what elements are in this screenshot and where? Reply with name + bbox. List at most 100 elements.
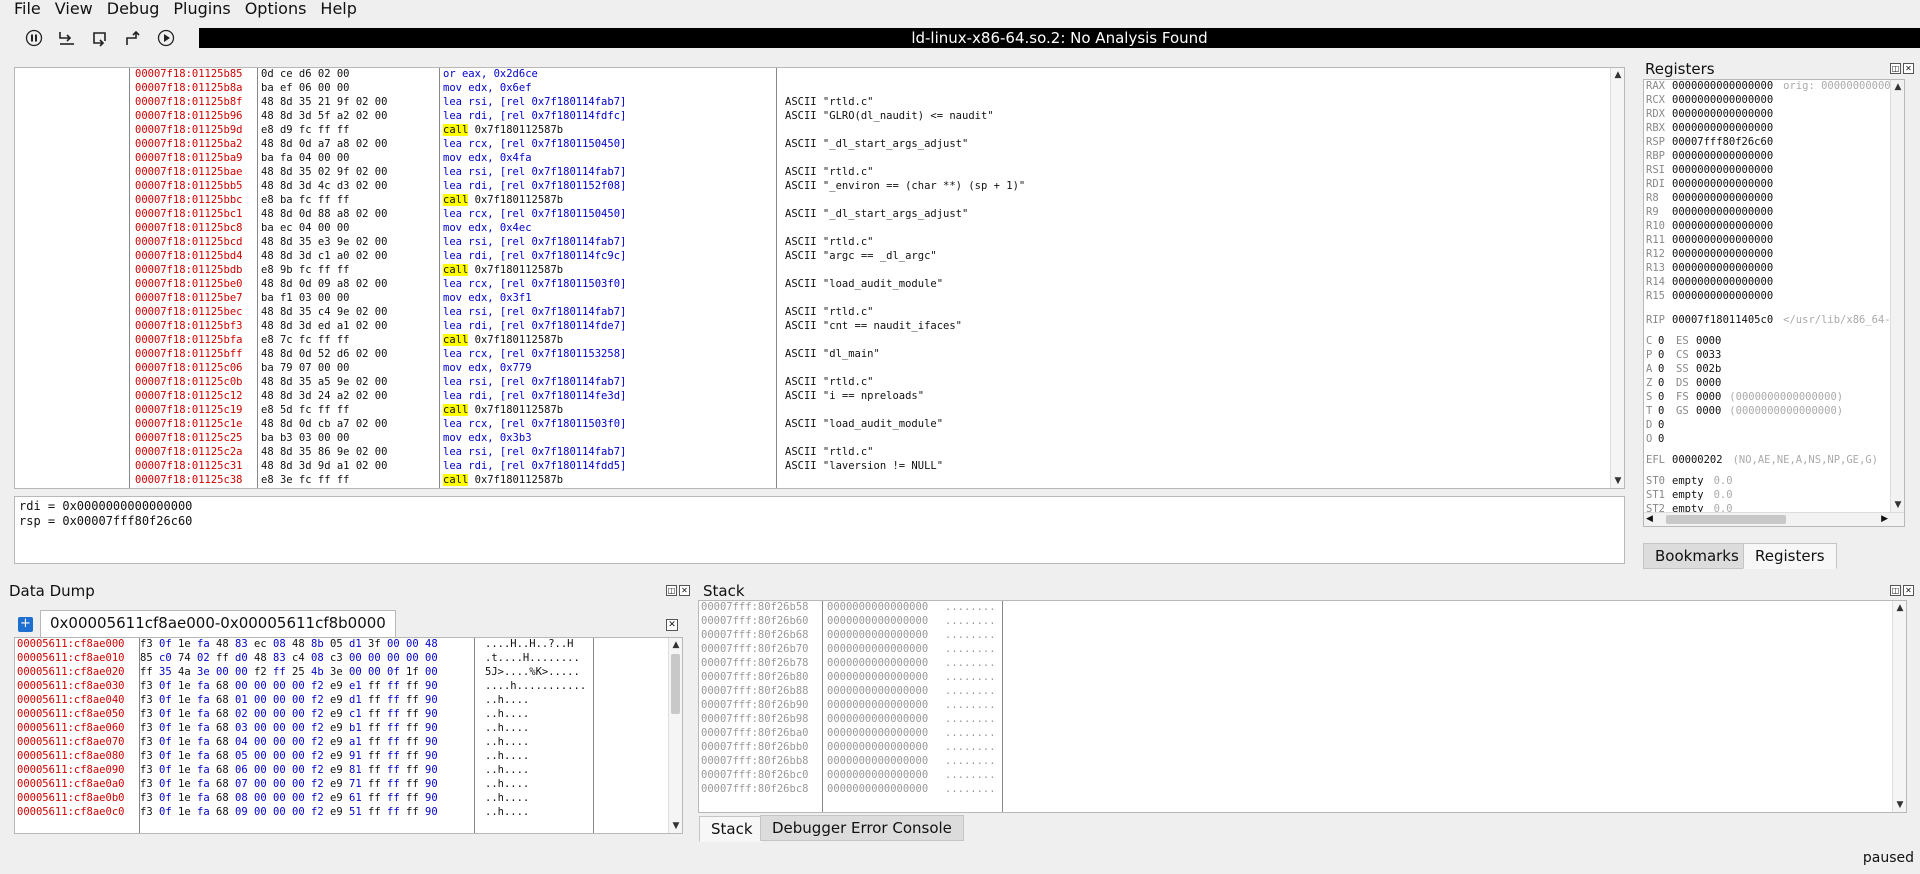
disasm-row[interactable]: 00007f18:01125c2a 48 8d 35 86 9e 02 00 lea… <box>15 445 1610 459</box>
float-icon[interactable]: ◫ <box>1890 585 1901 596</box>
register-row[interactable]: R12 0000000000000000 <box>1646 247 1783 261</box>
scroll-down-icon[interactable]: ▼ <box>669 819 682 833</box>
register-row[interactable]: RSP 00007fff80f26c60 <box>1646 135 1783 149</box>
disasm-row[interactable]: 00007f18:01125bbc e8 ba fc ff ff call 0x7f… <box>15 193 1610 207</box>
scroll-up-icon[interactable]: ▲ <box>1891 80 1904 94</box>
disassembly-scrollbar[interactable]: ▲ ▼ <box>1610 68 1624 488</box>
register-row[interactable]: R11 0000000000000000 <box>1646 233 1783 247</box>
disasm-row[interactable]: 00007f18:01125c19 e8 5d fc ff ff call 0x7f… <box>15 403 1610 417</box>
disasm-row[interactable]: 00007f18:01125bcd 48 8d 35 e3 9e 02 00 lea… <box>15 235 1610 249</box>
flag-row[interactable]: P 0 CS 0033 <box>1646 348 1729 362</box>
disasm-row[interactable]: 00007f18:01125c0b 48 8d 35 a5 9e 02 00 lea… <box>15 375 1610 389</box>
disasm-row[interactable]: 00007f18:01125c12 48 8d 3d 24 a2 02 00 lea… <box>15 389 1610 403</box>
scroll-left-icon[interactable]: ◀ <box>1646 513 1653 526</box>
disasm-row[interactable]: 00007f18:01125bfa e8 7c fc ff ff call 0x7f… <box>15 333 1610 347</box>
register-row[interactable]: R15 0000000000000000 <box>1646 289 1783 303</box>
dump-row[interactable]: 00005611:cf8ae020 ff 35 4a 3e 00 00 f2 ff 25 4b 3e 0… <box>15 665 670 679</box>
run-button[interactable] <box>155 27 177 49</box>
dump-row[interactable]: 00005611:cf8ae0b0 f3 0f 1e fa 68 08 00 00 00 f2 e9 6… <box>15 791 670 805</box>
disasm-row[interactable]: 00007f18:01125bff 48 8d 0d 52 d6 02 00 lea… <box>15 347 1610 361</box>
dump-scrollbar[interactable]: ▲ ▼ <box>668 638 682 833</box>
disasm-row[interactable]: 00007f18:01125c25 ba b3 03 00 00 mov edx, … <box>15 431 1610 445</box>
register-row[interactable]: RDI 0000000000000000 <box>1646 177 1783 191</box>
menu-view[interactable]: View <box>50 0 102 17</box>
disasm-row[interactable]: 00007f18:01125ba9 ba fa 04 00 00 mov edx, … <box>15 151 1610 165</box>
stack-row[interactable]: 00007fff:80f26b98 0000000000000000.......… <box>701 712 1891 726</box>
stack-row[interactable]: 00007fff:80f26b58 0000000000000000.......… <box>701 601 1891 614</box>
stack-row[interactable]: 00007fff:80f26b90 0000000000000000.......… <box>701 698 1891 712</box>
menu-help[interactable]: Help <box>315 0 365 17</box>
disasm-row[interactable]: 00007f18:01125c31 48 8d 3d 9d a1 02 00 lea… <box>15 459 1610 473</box>
float-icon[interactable]: ◫ <box>1890 63 1901 74</box>
menu-options[interactable]: Options <box>240 0 316 17</box>
dump-row[interactable]: 00005611:cf8ae0c0 f3 0f 1e fa 68 09 00 00 00 f2 e9 5… <box>15 805 670 819</box>
stack-row[interactable]: 00007fff:80f26b68 0000000000000000.......… <box>701 628 1891 642</box>
disasm-row[interactable]: 00007f18:01125bc1 48 8d 0d 88 a8 02 00 lea… <box>15 207 1610 221</box>
disassembly-view[interactable]: 00007f18:01125b85 0d ce d6 02 00 or eax, 0… <box>14 67 1625 489</box>
float-icon[interactable]: ◫ <box>666 585 677 596</box>
close-icon[interactable]: ✕ <box>679 585 690 596</box>
menu-plugins[interactable]: Plugins <box>168 0 239 17</box>
stack-row[interactable]: 00007fff:80f26b70 0000000000000000.......… <box>701 642 1891 656</box>
tab-stack[interactable]: Stack <box>699 816 765 842</box>
disasm-row[interactable]: 00007f18:01125b96 48 8d 3d 5f a2 02 00 lea… <box>15 109 1610 123</box>
data-dump-view[interactable]: 00005611:cf8ae000 f3 0f 1e fa 48 83 ec 08 48 8b 05 d… <box>14 637 683 834</box>
scroll-thumb[interactable] <box>1666 515 1786 524</box>
register-row[interactable]: R10 0000000000000000 <box>1646 219 1783 233</box>
register-row[interactable]: EFL 00000202 (NO,AE,NE,A,NS,NP,GE,G) <box>1646 453 1878 467</box>
register-row[interactable]: ST1 empty 0.0 <box>1646 488 1733 502</box>
register-row[interactable]: RIP 00007f18011405c0 </usr/lib/x86_64- <box>1646 313 1891 327</box>
stack-row[interactable]: 00007fff:80f26bc0 0000000000000000.......… <box>701 768 1891 782</box>
step-into-button[interactable] <box>56 27 78 49</box>
stack-row[interactable]: 00007fff:80f26b80 0000000000000000.......… <box>701 670 1891 684</box>
step-out-button[interactable] <box>122 27 144 49</box>
register-row[interactable]: R8 0000000000000000 <box>1646 191 1783 205</box>
disasm-row[interactable]: 00007f18:01125b85 0d ce d6 02 00 or eax, 0… <box>15 68 1610 81</box>
dump-row[interactable]: 00005611:cf8ae000 f3 0f 1e fa 48 83 ec 08 48 8b 05 d… <box>15 638 670 651</box>
register-row[interactable]: RSI 0000000000000000 <box>1646 163 1783 177</box>
disasm-row[interactable]: 00007f18:01125c06 ba 79 07 00 00 mov edx, … <box>15 361 1610 375</box>
dump-row[interactable]: 00005611:cf8ae0a0 f3 0f 1e fa 68 07 00 00 00 f2 e9 7… <box>15 777 670 791</box>
flag-row[interactable]: T 0 GS 0000 (0000000000000000) <box>1646 404 1843 418</box>
dump-row[interactable]: 00005611:cf8ae070 f3 0f 1e fa 68 04 00 00 00 f2 e9 a… <box>15 735 670 749</box>
scroll-right-icon[interactable]: ▶ <box>1881 513 1888 526</box>
close-tab-icon[interactable]: ✕ <box>666 619 678 631</box>
menu-debug[interactable]: Debug <box>102 0 169 17</box>
stack-row[interactable]: 00007fff:80f26bb8 0000000000000000.......… <box>701 754 1891 768</box>
register-row[interactable]: RBX 0000000000000000 <box>1646 121 1783 135</box>
tab-debugger-error-console[interactable]: Debugger Error Console <box>760 815 964 841</box>
disasm-row[interactable]: 00007f18:01125be7 ba f1 03 00 00 mov edx, … <box>15 291 1610 305</box>
register-row[interactable]: RCX 0000000000000000 <box>1646 93 1783 107</box>
scroll-up-icon[interactable]: ▲ <box>669 638 682 652</box>
stack-row[interactable]: 00007fff:80f26bb0 0000000000000000.......… <box>701 740 1891 754</box>
scroll-down-icon[interactable]: ▼ <box>1893 798 1906 812</box>
scroll-down-icon[interactable]: ▼ <box>1611 474 1624 488</box>
disasm-row[interactable]: 00007f18:01125b8a ba ef 06 00 00 mov edx, … <box>15 81 1610 95</box>
add-tab-icon[interactable]: + <box>18 617 33 632</box>
disasm-row[interactable]: 00007f18:01125bae 48 8d 35 02 9f 02 00 lea… <box>15 165 1610 179</box>
close-icon[interactable]: ✕ <box>1903 63 1914 74</box>
dump-row[interactable]: 00005611:cf8ae060 f3 0f 1e fa 68 03 00 00 00 f2 e9 b… <box>15 721 670 735</box>
stack-row[interactable]: 00007fff:80f26ba0 0000000000000000.......… <box>701 726 1891 740</box>
register-row[interactable]: ST0 empty 0.0 <box>1646 474 1733 488</box>
disasm-row[interactable]: 00007f18:01125bec 48 8d 35 c4 9e 02 00 lea… <box>15 305 1610 319</box>
disasm-row[interactable]: 00007f18:01125be0 48 8d 0d 09 a8 02 00 lea… <box>15 277 1610 291</box>
disasm-row[interactable]: 00007f18:01125b9d e8 d9 fc ff ff call 0x7f… <box>15 123 1610 137</box>
disasm-row[interactable]: 00007f18:01125c38 e8 3e fc ff ff call 0x7f… <box>15 473 1610 487</box>
stack-row[interactable]: 00007fff:80f26b78 0000000000000000.......… <box>701 656 1891 670</box>
disasm-row[interactable]: 00007f18:01125bc8 ba ec 04 00 00 mov edx, … <box>15 221 1610 235</box>
disasm-row[interactable]: 00007f18:01125ba2 48 8d 0d a7 a8 02 00 lea… <box>15 137 1610 151</box>
pause-button[interactable] <box>23 27 45 49</box>
dump-row[interactable]: 00005611:cf8ae010 85 c0 74 02 ff d0 48 83 c4 08 c3 0… <box>15 651 670 665</box>
register-row[interactable]: RAX 0000000000000000 orig: 00000000000 <box>1646 80 1891 93</box>
register-row[interactable]: R13 0000000000000000 <box>1646 261 1783 275</box>
stack-row[interactable]: 00007fff:80f26b88 0000000000000000.......… <box>701 684 1891 698</box>
flag-row[interactable]: D0 <box>1646 418 1704 432</box>
disasm-row[interactable]: 00007f18:01125bf3 48 8d 3d ed a1 02 00 lea… <box>15 319 1610 333</box>
register-row[interactable]: R14 0000000000000000 <box>1646 275 1783 289</box>
dump-row[interactable]: 00005611:cf8ae080 f3 0f 1e fa 68 05 00 00 00 f2 e9 9… <box>15 749 670 763</box>
register-row[interactable]: RDX 0000000000000000 <box>1646 107 1783 121</box>
registers-vscrollbar[interactable]: ▲ ▼ <box>1890 80 1904 512</box>
menu-file[interactable]: File <box>0 0 50 17</box>
disasm-row[interactable]: 00007f18:01125bb5 48 8d 3d 4c d3 02 00 lea… <box>15 179 1610 193</box>
